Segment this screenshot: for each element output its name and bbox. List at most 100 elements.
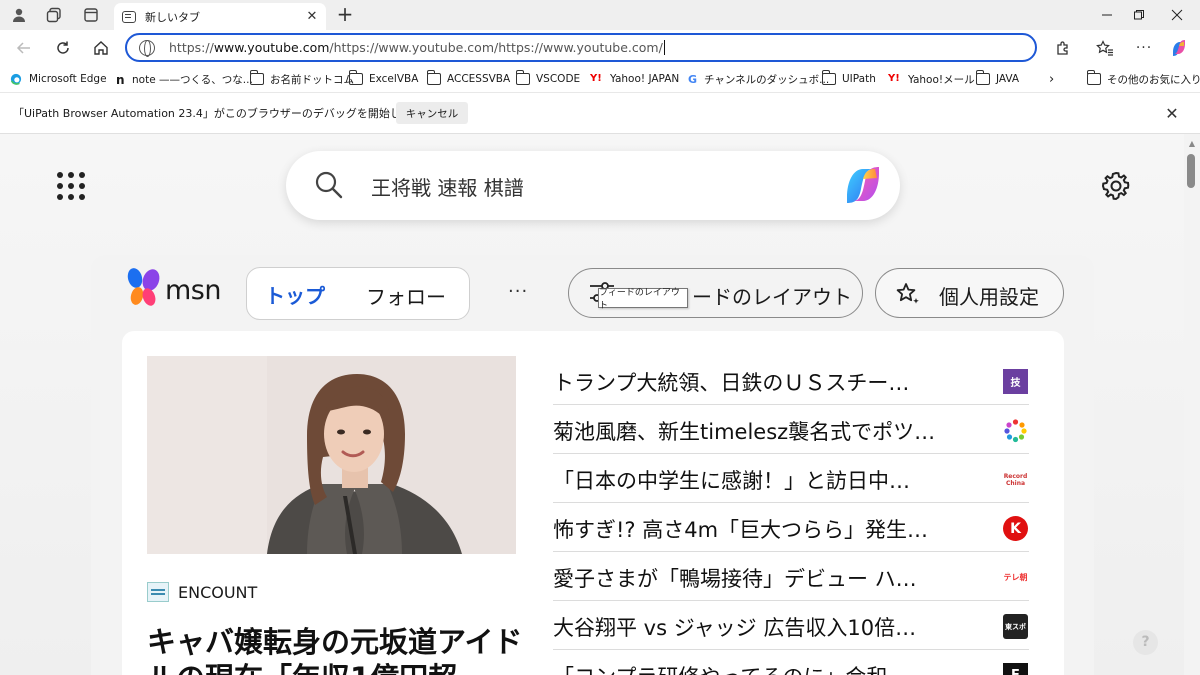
publisher-logo-icon: F [1003,663,1028,675]
bookmark-label: JAVA [996,73,1020,85]
bookmark-label: note ——つくる、つな... [132,73,253,86]
hero-headline[interactable]: キャバ嬢転身の元坂道アイドルの現在「年収1億円超 [147,624,527,675]
url-path: /https://www.youtube.com/https://www.you… [329,40,663,55]
extensions-icon[interactable] [1052,37,1074,59]
home-icon[interactable] [90,37,112,59]
new-tab-icon [122,10,136,23]
news-title: 愛子さまが「鴨場接待」デビュー ハ… [553,567,917,591]
news-item[interactable]: 「コンプラ研修やってるのに」会和… F [553,650,1029,675]
more-options-icon[interactable]: ··· [508,281,528,302]
refresh-icon[interactable] [52,37,74,59]
close-icon[interactable]: ✕ [304,9,320,25]
tab-new-tab[interactable]: 新しいタブ ✕ [114,3,326,30]
bookmark-excelvba[interactable]: ExcelVBA [349,70,418,88]
bookmark-microsoft-edge[interactable]: Microsoft Edge [9,70,107,88]
new-tab-button[interactable]: + [334,4,356,26]
bookmark-accessvba[interactable]: ACCESSVBA [427,70,510,88]
folder-icon [1087,70,1101,85]
news-item[interactable]: 菊池風磨、新生timelesz襲名式でポツ… [553,405,1029,454]
search-input[interactable]: 王将戦 速報 棋譜 [371,172,524,201]
bookmark-label: Yahoo!メール [908,73,975,86]
note-icon: n [116,73,125,87]
close-window-button[interactable] [1154,0,1200,30]
cancel-button[interactable]: キャンセル [396,102,468,124]
copilot-sidebar-icon[interactable] [1168,37,1190,59]
news-title: トランプ大統領、日鉄のＵＳスチー… [553,371,910,395]
bookmark-note[interactable]: n note ——つくる、つな... [116,70,253,88]
publisher-logo-icon: Record China [1003,472,1028,487]
scrollbar[interactable] [1184,134,1200,675]
publisher-logo-icon: テレ朝 [1003,573,1028,582]
text-caret [663,40,665,55]
profile-icon[interactable] [8,5,30,25]
bookmark-label: その他のお気に入り [1107,73,1200,86]
bookmark-label: Microsoft Edge [29,73,107,85]
news-item[interactable]: 「日本の中学生に感謝！」と訪日中… Record China [553,454,1029,503]
feed-layout-tooltip: フィードのレイアウト [598,288,688,311]
bookmark-other-favorites[interactable]: その他のお気に入り [1087,70,1200,88]
tab-follow[interactable]: フォロー [366,281,446,310]
bookmark-onamae[interactable]: お名前ドットコム [250,70,354,88]
personalize-label: 個人用設定 [939,285,1039,309]
news-item[interactable]: 大谷翔平 vs ジャッジ 広告収入10倍… 東スポ [553,601,1029,650]
news-title: 「日本の中学生に感謝！」と訪日中… [553,469,910,493]
scroll-up-icon[interactable]: ▲ [1186,139,1198,149]
globe-icon [139,39,155,57]
publisher-logo-icon: 技 [1003,369,1028,394]
workspaces-icon[interactable] [43,5,65,25]
gear-icon[interactable] [1100,170,1132,202]
news-item[interactable]: 愛子さまが「鴨場接待」デビュー ハ… テレ朝 [553,552,1029,601]
google-icon: G [688,73,698,86]
tab-actions-icon[interactable] [80,5,102,25]
publisher-logo-icon: K [1003,516,1028,541]
msn-brand: msn [165,275,221,306]
url-prefix: https:// [169,40,214,55]
news-title: 「コンプラ研修やってるのに」会和… [553,661,973,675]
hero-source: ENCOUNT [147,582,257,602]
url-host: www.youtube.com [213,40,330,55]
yahoo-icon: Y! [888,73,900,84]
tab-title: 新しいタブ [145,10,200,24]
folder-icon [250,70,264,85]
back-icon[interactable] [13,37,35,59]
bookmarks-overflow-chevron-icon[interactable]: › [1049,70,1054,88]
folder-icon [427,70,441,85]
bookmark-yahoo-mail[interactable]: Y! Yahoo!メール [888,70,975,88]
edge-icon [10,73,22,85]
favorites-icon[interactable] [1094,37,1116,59]
more-icon[interactable]: ··· [1133,37,1155,59]
publisher-logo-icon: 東スポ [1003,614,1028,639]
help-icon[interactable]: ? [1133,630,1158,655]
search-icon[interactable] [314,170,344,200]
bookmark-label: お名前ドットコム [270,73,354,86]
feed-layout-label: ードのレイアウト [692,285,852,309]
bookmark-label: チャンネルのダッシュボ... [704,73,830,86]
bookmark-label: VSCODE [536,73,581,85]
bookmark-vscode[interactable]: VSCODE [516,70,580,88]
app-launcher-icon[interactable] [57,172,85,200]
bookmark-label: ExcelVBA [369,73,419,85]
address-bar[interactable]: https://www.youtube.com/https://www.yout… [125,33,1037,62]
msn-butterfly-icon [127,268,160,306]
folder-icon [976,70,990,85]
tab-top[interactable]: トップ [265,280,325,309]
close-icon[interactable]: ✕ [1162,104,1182,124]
news-item[interactable]: トランプ大統領、日鉄のＵＳスチー… 技 [553,356,1029,405]
copilot-icon[interactable] [839,163,887,207]
folder-icon [516,70,530,85]
bookmark-channel-dashboard[interactable]: G チャンネルのダッシュボ... [688,70,829,88]
bookmark-label: Yahoo! JAPAN [610,73,680,85]
bookmark-java[interactable]: JAVA [976,70,1019,88]
bookmark-uipath[interactable]: UIPath [822,70,876,88]
yahoo-icon: Y! [590,73,602,84]
publisher-logo-icon [1004,419,1027,443]
encount-logo-icon [147,582,169,602]
news-item[interactable]: 怖すぎ!? 高さ4m「巨大つらら」発生… K [553,503,1029,552]
bookmark-yahoo-japan[interactable]: Y! Yahoo! JAPAN [590,70,679,88]
hero-source-name: ENCOUNT [178,582,258,602]
hero-news-image[interactable] [147,356,516,554]
folder-icon [822,70,836,85]
scrollbar-thumb[interactable] [1187,154,1195,188]
bookmark-label: UIPath [842,73,876,85]
bookmarks-bar: Microsoft Edge n note ——つくる、つな... お名前ドット… [0,66,1200,92]
